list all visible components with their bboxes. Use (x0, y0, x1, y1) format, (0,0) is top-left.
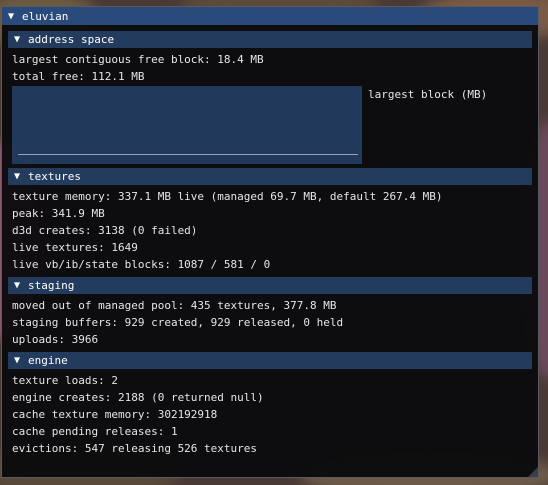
window-titlebar[interactable]: ▼ eluvian (2, 7, 538, 25)
section-title: staging (28, 279, 75, 292)
stat-line: cache pending releases: 1 (12, 425, 178, 438)
triangle-down-icon[interactable]: ▼ (8, 11, 22, 22)
debug-window[interactable]: ▼ eluvian ▼ address space largest contig… (1, 6, 539, 478)
section-header-address-space[interactable]: ▼ address space (8, 31, 532, 48)
stat-line: texture memory: 337.1 MB live (managed 6… (12, 190, 443, 203)
stat-line: live vb/ib/state blocks: 1087 / 581 / 0 (12, 258, 271, 271)
plot-label: largest block (MB) (368, 88, 488, 101)
section-header-staging[interactable]: ▼ staging (8, 277, 532, 294)
section-title: textures (28, 170, 81, 183)
section-title: engine (28, 354, 68, 367)
largest-block-plot[interactable] (12, 86, 362, 164)
textures-body: texture memory: 337.1 MB live (managed 6… (8, 188, 532, 273)
engine-body: texture loads: 2 engine creates: 2188 (0… (8, 372, 532, 457)
section-header-engine[interactable]: ▼ engine (8, 352, 532, 369)
stat-line: largest contiguous free block: 18.4 MB (12, 53, 264, 66)
stat-line: cache texture memory: 302192918 (12, 408, 218, 421)
stat-line: evictions: 547 releasing 526 textures (12, 442, 258, 455)
stat-line: engine creates: 2188 (0 returned null) (12, 391, 264, 404)
stat-line: live textures: 1649 (12, 241, 138, 254)
stat-line: moved out of managed pool: 435 textures,… (12, 299, 337, 312)
section-header-textures[interactable]: ▼ textures (8, 168, 532, 185)
plot-line (18, 154, 358, 155)
address-space-body: largest contiguous free block: 18.4 MB t… (8, 51, 532, 164)
section-title: address space (28, 33, 115, 46)
triangle-down-icon: ▼ (14, 34, 21, 45)
stat-line: d3d creates: 3138 (0 failed) (12, 224, 198, 237)
stat-line: peak: 341.9 MB (12, 207, 105, 220)
stat-line: total free: 112.1 MB (12, 70, 145, 83)
stat-line: texture loads: 2 (12, 374, 118, 387)
triangle-down-icon: ▼ (14, 171, 21, 182)
resize-grip[interactable] (528, 467, 538, 477)
staging-body: moved out of managed pool: 435 textures,… (8, 297, 532, 348)
stat-line: staging buffers: 929 created, 929 releas… (12, 316, 344, 329)
window-title: eluvian (22, 9, 69, 23)
stat-line: uploads: 3966 (12, 333, 99, 346)
triangle-down-icon: ▼ (14, 280, 21, 291)
triangle-down-icon: ▼ (14, 355, 21, 366)
